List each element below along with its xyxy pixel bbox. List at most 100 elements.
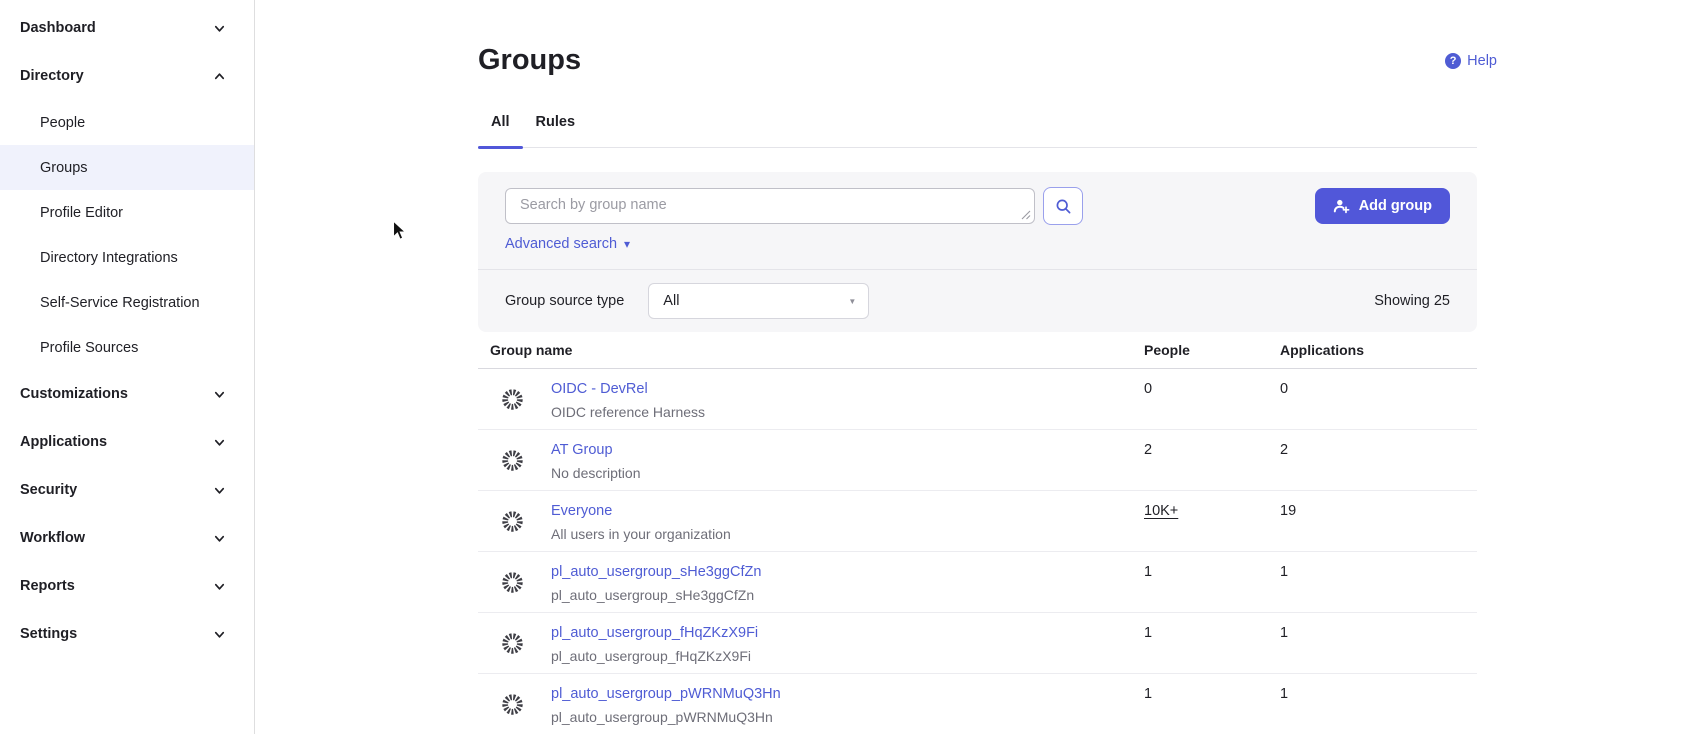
people-count[interactable]: 10K+ [1144,503,1178,519]
sidebar-item-self-service-registration[interactable]: Self-Service Registration [0,280,254,325]
sidebar-item-people[interactable]: People [0,100,254,145]
group-name-cell: pl_auto_usergroup_pWRNMuQ3Hn pl_auto_use… [478,674,1144,734]
person-plus-icon [1333,198,1350,214]
group-icon [501,693,524,716]
help-icon [1445,53,1461,69]
add-group-label: Add group [1359,198,1432,214]
sidebar-item-workflow[interactable]: Workflow [0,514,254,562]
page-title: Groups [478,44,1477,77]
sidebar-subitem-label: Profile Editor [40,205,123,221]
sidebar: Dashboard Directory People Groups Profil… [0,0,255,734]
group-name-link[interactable]: AT Group [551,442,613,458]
group-description: No description [551,465,641,481]
applications-count: 1 [1280,686,1288,702]
group-name-link[interactable]: pl_auto_usergroup_sHe3ggCfZn [551,564,761,580]
chevron-down-icon [213,628,226,641]
tab-label: All [491,114,510,130]
group-description: OIDC reference Harness [551,404,705,420]
sidebar-item-customizations[interactable]: Customizations [0,370,254,418]
group-name-cell: pl_auto_usergroup_sHe3ggCfZn pl_auto_use… [478,552,1144,612]
chevron-up-icon [213,70,226,83]
people-count: 1 [1144,625,1152,641]
people-count-cell: 2 [1144,430,1280,490]
group-name-link[interactable]: pl_auto_usergroup_pWRNMuQ3Hn [551,686,781,702]
sidebar-item-dashboard[interactable]: Dashboard [0,4,254,52]
sidebar-item-label: Reports [20,578,75,594]
people-count-cell: 10K+ [1144,491,1280,551]
showing-count: Showing 25 [1374,293,1450,309]
group-description: All users in your organization [551,526,731,542]
advanced-search-link[interactable]: Advanced search [505,236,630,252]
applications-count-cell: 1 [1280,613,1477,673]
people-count: 1 [1144,686,1152,702]
search-button[interactable] [1043,187,1083,225]
add-group-button[interactable]: Add group [1315,188,1450,224]
group-name-cell: pl_auto_usergroup_fHqZKzX9Fi pl_auto_use… [478,613,1144,673]
resize-grip-icon[interactable] [1021,210,1031,220]
tab-rules[interactable]: Rules [523,114,589,147]
group-description: pl_auto_usergroup_sHe3ggCfZn [551,587,761,603]
group-description: pl_auto_usergroup_fHqZKzX9Fi [551,648,758,664]
search-input[interactable] [506,189,1034,223]
people-count-cell: 0 [1144,369,1280,429]
chevron-down-icon [213,22,226,35]
search-field [505,188,1035,224]
applications-count: 19 [1280,503,1296,519]
people-count-cell: 1 [1144,613,1280,673]
sidebar-item-directory-integrations[interactable]: Directory Integrations [0,235,254,280]
people-count-cell: 1 [1144,674,1280,734]
table-row: AT Group No description 2 2 [478,430,1477,491]
group-name-link[interactable]: pl_auto_usergroup_fHqZKzX9Fi [551,625,758,641]
sidebar-item-label: Dashboard [20,20,96,36]
group-icon [501,632,524,655]
group-name-cell: AT Group No description [478,430,1144,490]
table-row: pl_auto_usergroup_fHqZKzX9Fi pl_auto_use… [478,613,1477,674]
group-icon [501,571,524,594]
sidebar-subitem-label: Profile Sources [40,340,138,356]
table-row: OIDC - DevRel OIDC reference Harness 0 0 [478,369,1477,430]
group-source-type-value: All [663,293,679,309]
table-row: Everyone All users in your organization … [478,491,1477,552]
sidebar-item-profile-sources[interactable]: Profile Sources [0,325,254,370]
group-source-type-label: Group source type [505,293,624,309]
sidebar-item-label: Workflow [20,530,85,546]
sidebar-item-reports[interactable]: Reports [0,562,254,610]
people-count: 1 [1144,564,1152,580]
sidebar-item-directory[interactable]: Directory [0,52,254,100]
group-icon [501,510,524,533]
column-group-name: Group name [478,342,1144,358]
applications-count: 1 [1280,625,1288,641]
applications-count: 0 [1280,381,1288,397]
sidebar-item-security[interactable]: Security [0,466,254,514]
group-source-type-select[interactable]: All [648,283,869,319]
table-header: Group name People Applications [478,332,1477,369]
applications-count: 1 [1280,564,1288,580]
sidebar-item-label: Directory [20,68,84,84]
applications-count: 2 [1280,442,1288,458]
group-icon [501,449,524,472]
groups-table: Group name People Applications OIDC - De… [478,332,1477,734]
sidebar-item-profile-editor[interactable]: Profile Editor [0,190,254,235]
sidebar-item-groups[interactable]: Groups [0,145,254,190]
table-row: pl_auto_usergroup_sHe3ggCfZn pl_auto_use… [478,552,1477,613]
applications-count-cell: 2 [1280,430,1477,490]
chevron-down-icon [213,388,226,401]
group-name-link[interactable]: Everyone [551,503,612,519]
help-link[interactable]: Help [1445,53,1497,69]
groups-toolbar-card: Add group Advanced search Group source t… [478,172,1477,332]
sidebar-subitem-label: People [40,115,85,131]
sidebar-item-settings[interactable]: Settings [0,610,254,658]
applications-count-cell: 0 [1280,369,1477,429]
applications-count-cell: 19 [1280,491,1477,551]
sidebar-item-applications[interactable]: Applications [0,418,254,466]
people-count: 2 [1144,442,1152,458]
group-icon [501,388,524,411]
sidebar-nav: Dashboard Directory People Groups Profil… [0,4,254,658]
table-body: OIDC - DevRel OIDC reference Harness 0 0… [478,369,1477,734]
help-label: Help [1467,53,1497,69]
tab-all[interactable]: All [478,114,523,147]
tab-bar: All Rules [478,114,1477,148]
group-name-cell: OIDC - DevRel OIDC reference Harness [478,369,1144,429]
group-name-link[interactable]: OIDC - DevRel [551,381,648,397]
applications-count-cell: 1 [1280,674,1477,734]
